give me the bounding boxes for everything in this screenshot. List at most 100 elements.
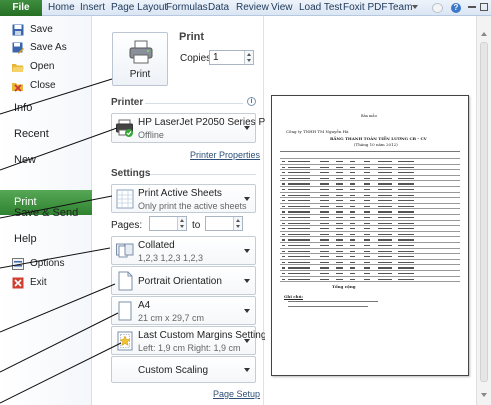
margins-dropdown[interactable]: Last Custom Margins Setting Left: 1,9 cm…: [111, 326, 266, 355]
tab-review[interactable]: Review: [236, 0, 269, 16]
nav-save-as[interactable]: Save As: [0, 38, 92, 57]
printer-info-icon[interactable]: i: [247, 97, 256, 106]
print-button[interactable]: Print: [112, 32, 168, 86]
preview-cell-text: [350, 194, 355, 196]
preview-cell-text: [378, 194, 392, 196]
orientation-value: Portrait Orientation: [138, 276, 222, 287]
preview-cell-text: [288, 189, 310, 191]
restore-icon[interactable]: [480, 3, 488, 11]
preview-cell-text: [378, 222, 392, 224]
tab-home[interactable]: Home: [48, 0, 75, 16]
options-icon: [12, 258, 24, 270]
pages-to-input[interactable]: [205, 216, 243, 231]
minimize-ribbon-icon[interactable]: [468, 6, 476, 8]
nav-help-label: Help: [14, 233, 37, 245]
printer-properties-link[interactable]: Printer Properties: [190, 150, 260, 160]
nav-save-label: Save: [30, 24, 53, 35]
preview-cell-text: [288, 278, 310, 280]
copies-input[interactable]: 1: [209, 50, 254, 65]
chevron-down-icon: [244, 367, 250, 372]
pages-from-spinner[interactable]: [177, 217, 186, 230]
preview-cell-text: [282, 261, 285, 263]
preview-cell-text: [350, 273, 355, 275]
preview-cell-text: [364, 278, 370, 280]
preview-note-line-2: [288, 306, 368, 307]
preview-cell-text: [398, 194, 414, 196]
floppy-disk-icon: [12, 24, 24, 36]
preview-cell-text: [398, 217, 414, 219]
orientation-dropdown[interactable]: Portrait Orientation: [111, 266, 256, 295]
preview-cell-text: [288, 194, 310, 196]
preview-cell-text: [398, 228, 414, 230]
preview-cell-text: [398, 273, 414, 275]
tab-insert[interactable]: Insert: [80, 0, 105, 16]
nav-info[interactable]: Info: [0, 96, 92, 120]
nav-save[interactable]: Save: [0, 20, 92, 39]
preview-cell-text: [378, 233, 392, 235]
preview-cell-text: [378, 273, 392, 275]
preview-cell-text: [398, 261, 414, 263]
nav-exit[interactable]: Exit: [0, 273, 92, 292]
tab-load-test[interactable]: Load Test: [299, 0, 342, 16]
scroll-up-icon[interactable]: [481, 32, 487, 36]
preview-scrollbar[interactable]: [476, 16, 491, 405]
preview-cell-text: [378, 267, 392, 269]
nav-open[interactable]: Open: [0, 57, 92, 76]
nav-close[interactable]: Close: [0, 76, 92, 95]
nav-new[interactable]: New: [0, 148, 92, 172]
tab-data[interactable]: Data: [208, 0, 229, 16]
preview-cell-text: [378, 200, 392, 202]
preview-table-header: [280, 151, 460, 159]
page-setup-link[interactable]: Page Setup: [213, 389, 260, 399]
pages-from-input[interactable]: [149, 216, 187, 231]
printer-dropdown[interactable]: HP LaserJet P2050 Series PC... Offline: [111, 113, 281, 143]
preview-table-row: [280, 277, 460, 283]
preview-cell-text: [378, 183, 392, 185]
copies-spinner[interactable]: [244, 51, 253, 64]
preview-cell-text: [350, 205, 355, 207]
help-icon[interactable]: ?: [451, 3, 461, 13]
tab-team[interactable]: Team: [388, 0, 412, 16]
exit-icon: [12, 277, 24, 289]
tab-view[interactable]: View: [271, 0, 293, 16]
tab-formulas[interactable]: Formulas: [166, 0, 208, 16]
pages-to-spinner[interactable]: [233, 217, 242, 230]
nav-save-send[interactable]: Save & Send: [0, 201, 92, 225]
nav-recent[interactable]: Recent: [0, 122, 92, 146]
preview-cell-text: [378, 166, 392, 168]
preview-cell-text: [350, 211, 355, 213]
preview-cell-text: [350, 261, 355, 263]
nav-options[interactable]: Options: [0, 254, 92, 273]
preview-cell-text: [288, 239, 310, 241]
nav-options-label: Options: [30, 258, 65, 269]
preview-cell-text: [336, 172, 343, 174]
tab-foxit-pdf[interactable]: Foxit PDF: [343, 0, 387, 16]
preview-cell-text: [336, 250, 343, 252]
scroll-down-icon[interactable]: [481, 393, 487, 397]
preview-cell-text: [398, 245, 414, 247]
nav-help[interactable]: Help: [0, 227, 92, 251]
preview-cell-text: [378, 261, 392, 263]
preview-note-line-1: [288, 301, 378, 302]
scroll-thumb[interactable]: [480, 42, 488, 382]
preview-cell-text: [336, 177, 343, 179]
tab-file[interactable]: File: [0, 0, 42, 16]
preview-cell-text: [320, 239, 329, 241]
preview-cell-text: [320, 177, 329, 179]
preview-cell-text: [398, 239, 414, 241]
preview-cell-text: [378, 278, 392, 280]
scaling-dropdown[interactable]: Custom Scaling: [111, 356, 256, 383]
collation-dropdown[interactable]: Collated 1,2,3 1,2,3 1,2,3: [111, 236, 256, 265]
chevron-down-icon: [244, 196, 250, 201]
preview-cell-text: [364, 228, 370, 230]
preview-cell-text: [282, 217, 285, 219]
preview-cell-text: [336, 273, 343, 275]
collation-description: 1,2,3 1,2,3 1,2,3: [138, 253, 204, 263]
paper-size-dropdown[interactable]: A4 21 cm x 29,7 cm: [111, 296, 256, 325]
preview-cell-text: [350, 189, 355, 191]
preview-cell-text: [378, 217, 392, 219]
save-as-icon: [12, 42, 24, 54]
tab-page-layout[interactable]: Page Layout: [111, 0, 167, 16]
print-scope-dropdown[interactable]: Print Active Sheets Only print the activ…: [111, 184, 256, 213]
ribbon-overflow-icon[interactable]: [412, 5, 418, 9]
